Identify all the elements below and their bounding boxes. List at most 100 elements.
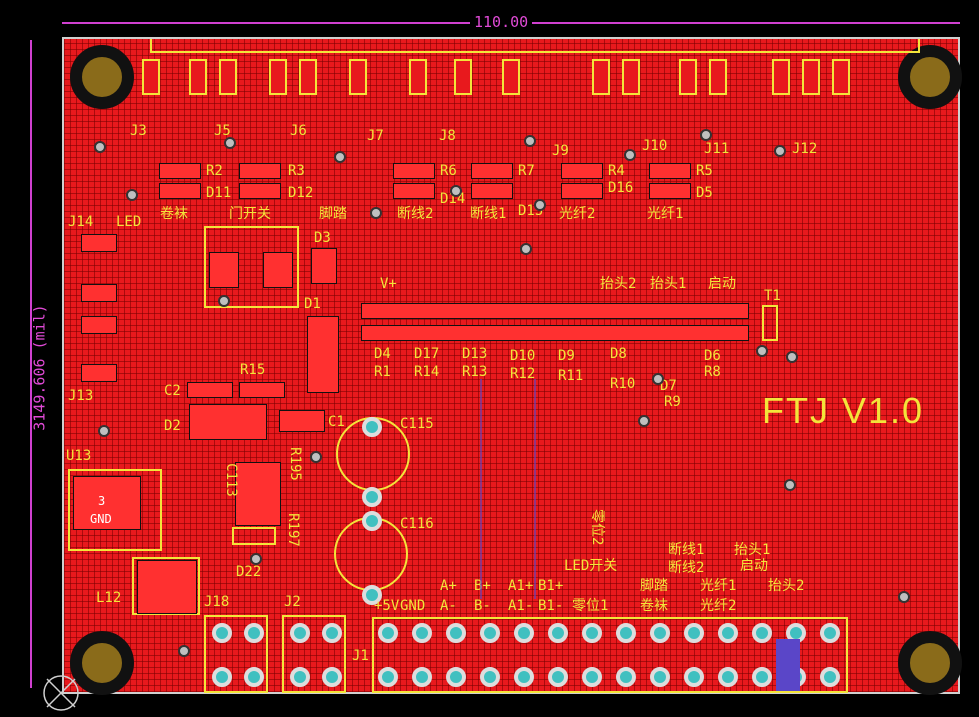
label-qidong-bottom: 启动 xyxy=(740,558,768,574)
header-pin xyxy=(514,623,534,643)
label-function-3: 脚踏 xyxy=(319,206,347,222)
d16-pads xyxy=(561,183,603,199)
label-taitou2-bottom: 抬头2 xyxy=(768,578,805,594)
label-jiaota-bottom: 脚踏 xyxy=(640,578,668,594)
via xyxy=(450,185,462,197)
label-r6: R6 xyxy=(440,163,457,179)
header-pin xyxy=(582,667,602,687)
label-d10: D10 xyxy=(510,348,536,364)
header-pin xyxy=(212,623,232,643)
connector-pad xyxy=(409,59,427,95)
header-pin xyxy=(212,667,232,687)
label-taitou1: 抬头1 xyxy=(650,276,687,292)
label-j1: J1 xyxy=(352,648,369,664)
label-r15: R15 xyxy=(240,362,266,378)
label-5v: +5V xyxy=(374,598,400,614)
via xyxy=(774,145,786,157)
j13-pad xyxy=(81,364,117,382)
r15-pads xyxy=(239,382,285,398)
origin-marker-icon xyxy=(43,675,79,711)
via xyxy=(786,351,798,363)
label-j5: J5 xyxy=(214,123,231,139)
header-pin xyxy=(820,667,840,687)
label-d11: D11 xyxy=(206,185,232,201)
header-pin xyxy=(616,667,636,687)
header-pin xyxy=(650,667,670,687)
header-pin xyxy=(446,623,466,643)
r3-pads xyxy=(239,163,281,179)
via xyxy=(126,189,138,201)
via xyxy=(700,129,712,141)
d11-pads xyxy=(159,183,201,199)
via xyxy=(624,149,636,161)
pcb-board[interactable]: J3 J5 J6 J7 J8 J9 J10 J11 J12 R2 D11 R3 … xyxy=(62,37,962,695)
label-d1: D1 xyxy=(304,296,321,312)
label-j8: J8 xyxy=(439,128,456,144)
mounting-hole-top-right xyxy=(898,45,962,109)
label-function-6: 光纤2 xyxy=(559,206,596,222)
height-dimension-label: 3149.606 (mil) xyxy=(31,287,49,448)
label-d17: D17 xyxy=(414,346,440,362)
connector-pad xyxy=(502,59,520,95)
label-function-1: 卷袜 xyxy=(160,206,188,222)
label-duanxian1-bottom: 断线1 xyxy=(668,542,705,558)
label-a1-minus: A1- xyxy=(508,598,534,614)
label-d9: D9 xyxy=(558,348,575,364)
bottom-layer-trace xyxy=(776,639,800,691)
header-pin xyxy=(378,623,398,643)
j10-pad xyxy=(263,252,293,288)
u13-net-name: GND xyxy=(90,512,112,526)
label-r5: R5 xyxy=(696,163,713,179)
via xyxy=(534,199,546,211)
label-j10: J10 xyxy=(642,138,668,154)
label-r12: R12 xyxy=(510,366,536,382)
label-r14: R14 xyxy=(414,364,440,380)
label-d12: D12 xyxy=(288,185,314,201)
label-d6: D6 xyxy=(704,348,721,364)
header-pin xyxy=(718,667,738,687)
d2-pads xyxy=(189,404,267,440)
label-j14: J14 xyxy=(68,214,94,230)
label-guangxian2-bottom: 光纤2 xyxy=(700,598,737,614)
header-pin xyxy=(616,623,636,643)
header-pin xyxy=(378,667,398,687)
header-pin xyxy=(322,623,342,643)
bottom-layer-trace xyxy=(534,379,536,599)
via xyxy=(898,591,910,603)
header-pin xyxy=(244,667,264,687)
label-a-plus: A+ xyxy=(440,578,457,594)
label-j6: J6 xyxy=(290,123,307,139)
label-d2: D2 xyxy=(164,418,181,434)
label-juanwa-bottom: 卷袜 xyxy=(640,598,668,614)
via xyxy=(756,345,768,357)
label-function-7: 光纤1 xyxy=(647,206,684,222)
via xyxy=(224,137,236,149)
label-t1: T1 xyxy=(764,288,781,304)
label-a1-plus: A1+ xyxy=(508,578,534,594)
label-j7: J7 xyxy=(367,128,384,144)
t1-outline xyxy=(762,305,778,341)
label-u13: U13 xyxy=(66,448,92,464)
via xyxy=(98,425,110,437)
label-r3: R3 xyxy=(288,163,305,179)
r5-pads xyxy=(649,163,691,179)
mounting-hole-top-left xyxy=(70,45,134,109)
header-pin xyxy=(582,623,602,643)
header-pin xyxy=(548,667,568,687)
connector-pad xyxy=(299,59,317,95)
header-pin xyxy=(480,667,500,687)
d1-pads xyxy=(307,316,339,393)
label-lingwei1: 零位1 xyxy=(572,598,609,614)
r7-pads xyxy=(471,163,513,179)
header-pin xyxy=(650,623,670,643)
header-pin xyxy=(290,623,310,643)
label-b-minus: B- xyxy=(474,598,491,614)
l12-pad xyxy=(137,560,197,614)
connector-pad xyxy=(802,59,820,95)
pcb-layout-view[interactable]: { "dimensions": {"width_label": "110.00"… xyxy=(0,0,979,717)
header-pin xyxy=(684,667,704,687)
label-b-plus: B+ xyxy=(474,578,491,594)
label-r1: R1 xyxy=(374,364,391,380)
header-pin xyxy=(820,623,840,643)
label-qidong: 启动 xyxy=(708,276,736,292)
